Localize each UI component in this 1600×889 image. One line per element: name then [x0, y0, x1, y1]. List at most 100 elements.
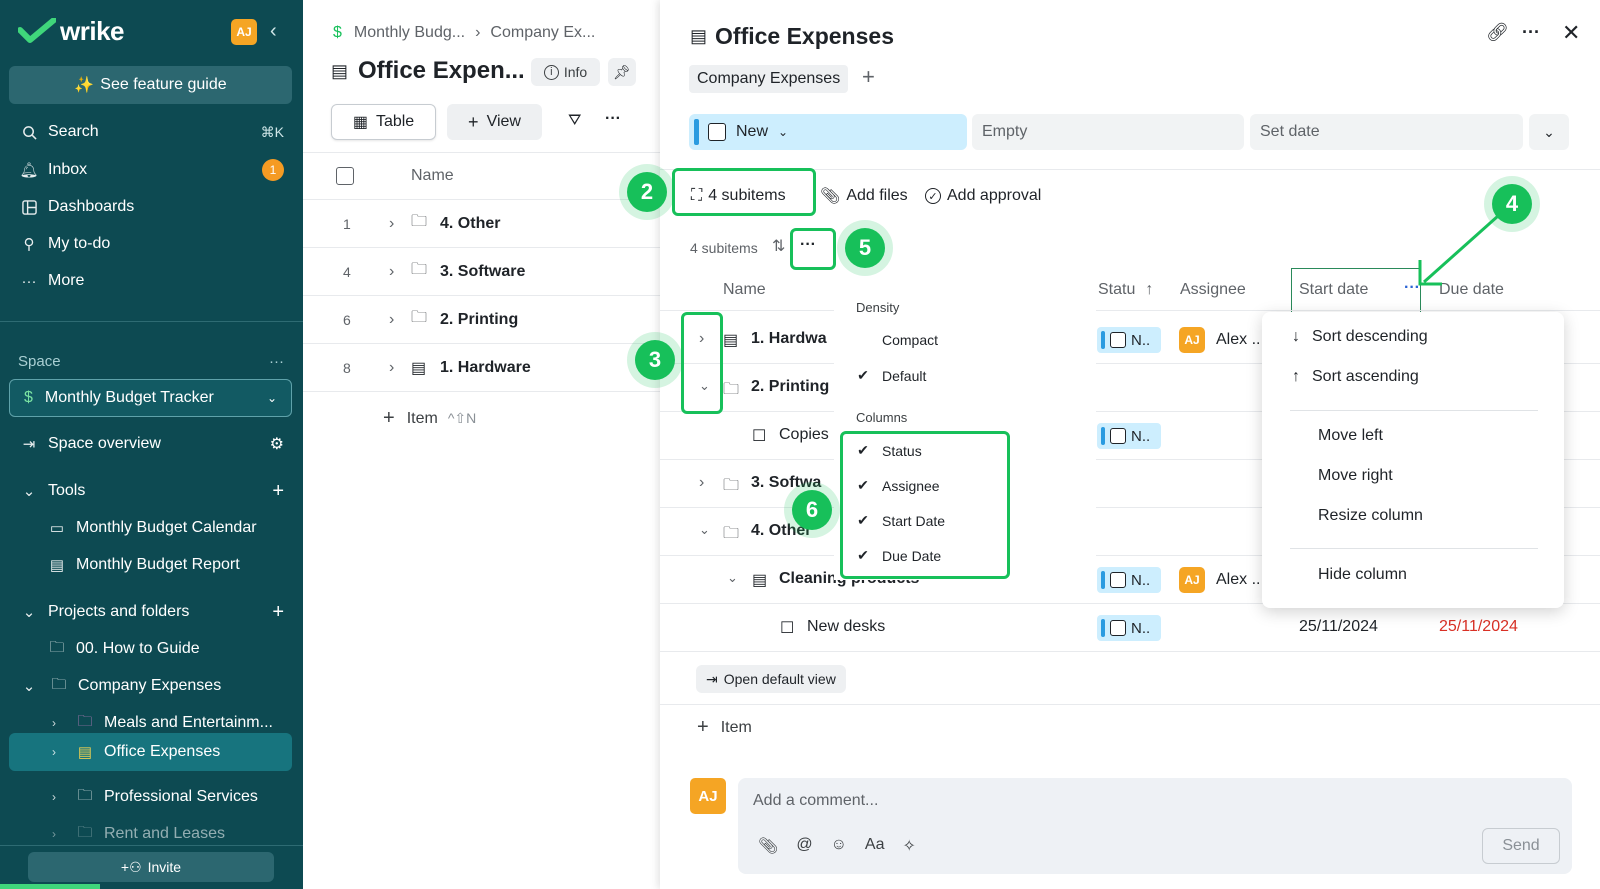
- list-title[interactable]: Office Expen...: [358, 57, 525, 85]
- sort-descending-item[interactable]: ↓ Sort descending: [1292, 328, 1428, 346]
- mention-icon[interactable]: @: [796, 836, 812, 856]
- assignee-field[interactable]: Empty: [972, 114, 1244, 150]
- invite-button[interactable]: +⚇ Invite: [28, 852, 274, 882]
- row-status[interactable]: N..: [1097, 567, 1161, 593]
- col-assignee-header[interactable]: Assignee: [1180, 281, 1246, 299]
- collapse-sidebar-icon[interactable]: ‹: [270, 20, 277, 43]
- list-row[interactable]: 4 › 🗀 3. Software: [303, 248, 660, 296]
- row-status[interactable]: N..: [1097, 615, 1161, 641]
- annotation-box-subitems: [672, 168, 816, 216]
- col-name-header[interactable]: Name: [723, 281, 766, 299]
- expand-fields-button[interactable]: ⌄: [1529, 114, 1569, 150]
- add-approval-button[interactable]: ✓ Add approval: [925, 180, 1041, 212]
- folder-how-to[interactable]: 🗀 00. How to Guide: [46, 634, 199, 664]
- tool-report[interactable]: ▤ Monthly Budget Report: [46, 550, 240, 580]
- folder-professional-label: Professional Services: [104, 788, 258, 805]
- add-tool-icon[interactable]: +: [272, 480, 284, 503]
- status-field[interactable]: New ⌄: [689, 114, 967, 150]
- status-checkbox[interactable]: [708, 123, 726, 141]
- space-overview-label: Space overview: [48, 435, 161, 452]
- info-button[interactable]: i Info: [531, 58, 600, 86]
- add-project-icon[interactable]: +: [272, 601, 284, 624]
- sort-ascending-item[interactable]: ↑ Sort ascending: [1292, 368, 1419, 386]
- filter-icon[interactable]: ⛛: [568, 112, 581, 130]
- row-status[interactable]: N..: [1097, 423, 1161, 449]
- nav-inbox[interactable]: 🔔︎ Inbox 1: [18, 155, 284, 185]
- text-format-icon[interactable]: Aa: [865, 836, 885, 856]
- more-options-icon[interactable]: ···: [605, 110, 621, 128]
- ai-sparkle-icon[interactable]: ✧: [902, 836, 915, 856]
- chevron-right-icon[interactable]: ›: [389, 263, 394, 281]
- resize-column-item[interactable]: Resize column: [1318, 507, 1423, 525]
- open-default-view-button[interactable]: ⇥ Open default view: [696, 665, 846, 693]
- col-status-header[interactable]: Statu ↑: [1098, 281, 1153, 299]
- space-overview[interactable]: ⇥ Space overview ⚙︎: [18, 429, 284, 459]
- subitems-count: 4 subitems: [690, 240, 758, 256]
- tools-section[interactable]: ⌄ Tools +: [18, 476, 284, 506]
- sort-icon[interactable]: ⇅: [772, 236, 785, 256]
- nav-more[interactable]: ··· More: [18, 266, 85, 296]
- chevron-down-icon[interactable]: ⌄: [699, 522, 710, 538]
- user-avatar[interactable]: AJ: [231, 19, 257, 45]
- date-field[interactable]: Set date: [1250, 114, 1523, 150]
- density-compact[interactable]: Compact: [856, 332, 938, 348]
- space-options-icon[interactable]: ···: [269, 353, 284, 370]
- row-due-date[interactable]: 25/11/2024: [1439, 618, 1518, 636]
- breadcrumb-space[interactable]: Monthly Budg...: [354, 24, 465, 42]
- link-icon[interactable]: 🔗︎: [1486, 22, 1509, 43]
- chevron-right-icon[interactable]: ›: [389, 215, 394, 233]
- move-right-item[interactable]: Move right: [1318, 467, 1393, 485]
- table-view-tab[interactable]: ▦ Table: [331, 104, 436, 140]
- wrike-logo[interactable]: wrike: [18, 16, 125, 46]
- paperclip-icon[interactable]: 📎︎: [758, 836, 778, 856]
- list-row[interactable]: 8 › ▤ 1. Hardware: [303, 344, 660, 392]
- row-label: 1. Hardware: [440, 358, 531, 376]
- tool-calendar[interactable]: ▭ Monthly Budget Calendar: [46, 513, 257, 543]
- pin-button[interactable]: 📌︎: [608, 58, 636, 86]
- double-chevron-down-icon: ⌄: [1543, 123, 1555, 140]
- add-view-button[interactable]: + View: [447, 104, 542, 140]
- chevron-right-icon[interactable]: ›: [389, 359, 394, 377]
- add-subitem-button[interactable]: + Item: [697, 716, 752, 739]
- folder-company-expenses[interactable]: ⌄ 🗀 Company Expenses: [18, 671, 221, 701]
- list-row[interactable]: 6 › 🗀 2. Printing: [303, 296, 660, 344]
- projects-section[interactable]: ⌄ Projects and folders +: [18, 597, 284, 627]
- list-row[interactable]: 1 › 🗀 4. Other: [303, 200, 660, 248]
- comment-box[interactable]: Add a comment... 📎︎ @ ☺ Aa ✧ Send: [738, 778, 1572, 874]
- space-overview-icon: ⇥: [22, 436, 36, 453]
- row-start-date[interactable]: 25/11/2024: [1299, 618, 1378, 636]
- row-assignee-name[interactable]: Alex ..: [1216, 571, 1260, 589]
- name-column-header[interactable]: Name: [411, 167, 454, 185]
- row-assignee-name[interactable]: Alex ..: [1216, 331, 1260, 349]
- close-icon[interactable]: ✕: [1562, 20, 1580, 46]
- move-left-item[interactable]: Move left: [1318, 427, 1383, 445]
- folder-office-expenses[interactable]: › ▤ Office Expenses: [46, 737, 220, 767]
- chevron-right-icon[interactable]: ›: [699, 474, 704, 492]
- nav-dashboards[interactable]: Dashboards: [18, 192, 134, 222]
- comment-placeholder[interactable]: Add a comment...: [753, 792, 878, 810]
- chevron-right-icon[interactable]: ›: [389, 311, 394, 329]
- add-parent-icon[interactable]: +: [862, 64, 875, 90]
- hide-column-item[interactable]: Hide column: [1318, 566, 1407, 584]
- send-button[interactable]: Send: [1482, 828, 1560, 864]
- nav-my-todo[interactable]: ⚲ My to-do: [18, 229, 111, 259]
- parent-folder-tag[interactable]: Company Expenses: [689, 65, 849, 93]
- add-item-button[interactable]: + Item ^⇧N: [383, 407, 476, 430]
- gear-icon[interactable]: ⚙︎: [270, 434, 284, 454]
- breadcrumb-folder[interactable]: Company Ex...: [490, 24, 595, 42]
- emoji-icon[interactable]: ☺: [831, 836, 847, 856]
- select-all-checkbox[interactable]: [336, 167, 354, 185]
- chevron-down-icon[interactable]: ⌄: [727, 570, 738, 586]
- detail-title[interactable]: Office Expenses: [715, 23, 894, 50]
- col-start-header[interactable]: Start date: [1299, 281, 1368, 299]
- paperclip-icon: 📎︎: [820, 188, 841, 205]
- add-files-button[interactable]: 📎︎ Add files: [820, 180, 908, 212]
- more-options-icon[interactable]: ···: [1522, 22, 1540, 43]
- density-default[interactable]: ✔ Default: [856, 367, 926, 384]
- feature-guide-button[interactable]: ✨ See feature guide: [9, 66, 292, 104]
- space-selector[interactable]: $ Monthly Budget Tracker ⌄: [9, 379, 292, 417]
- row-status[interactable]: N..: [1097, 327, 1161, 353]
- tool-report-label: Monthly Budget Report: [76, 556, 240, 573]
- folder-professional[interactable]: › 🗀 Professional Services: [46, 782, 258, 812]
- nav-search[interactable]: Search ⌘K: [18, 117, 284, 147]
